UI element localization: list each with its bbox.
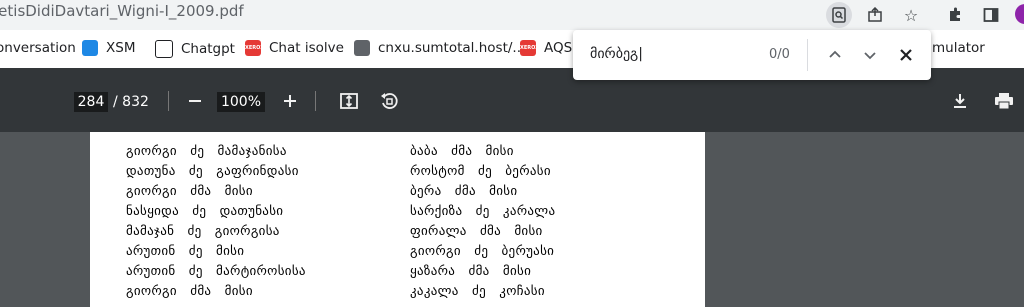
tab-title[interactable]: ietisDidiDavtari_Wigni-I_2009.pdf xyxy=(0,2,244,20)
find-in-page-icon[interactable] xyxy=(826,2,852,28)
doc-line: კაკალა ძე კოჩასი xyxy=(410,284,545,299)
doc-line: ნასყიდა ძე დათუნასი xyxy=(126,204,284,219)
doc-line: გიორგი ძმა მისი xyxy=(126,184,253,199)
doc-line: გიორგი ძე ბერუასი xyxy=(410,244,555,259)
doc-line: მამაჯან ძე გიორგისა xyxy=(126,224,280,239)
bookmark-chatgpt[interactable]: Chatgpt xyxy=(155,40,235,58)
toolbar-divider xyxy=(315,91,316,111)
find-bar: მირბეგ| 0/0 xyxy=(573,30,931,80)
pdf-page: გიორგი ძე მამაჯანისა დათუნა ძე გაფრინდას… xyxy=(90,132,705,307)
side-panel-icon[interactable] xyxy=(978,2,1004,28)
download-icon[interactable] xyxy=(945,86,975,116)
page-number-input[interactable]: 284 xyxy=(74,92,108,112)
bookmark-label: AQS xyxy=(544,40,573,56)
doc-line: გიორგი ძმა მისი xyxy=(126,284,253,299)
zoom-out-icon[interactable] xyxy=(180,86,210,116)
find-divider xyxy=(807,39,808,71)
share-icon[interactable] xyxy=(862,2,888,28)
xerox-icon: XEROX xyxy=(245,40,264,56)
extensions-icon[interactable] xyxy=(942,2,968,28)
doc-line: სარქიზა ძე კარალა xyxy=(410,204,556,219)
bookmark-chat-isolve[interactable]: XEROX Chat isolve xyxy=(245,40,344,56)
doc-line: არუთინ ძე მარტიროსისა xyxy=(126,264,306,279)
openai-icon xyxy=(155,40,173,58)
bookmark-sumtotal[interactable]: cnxu.sumtotal.host/... xyxy=(354,40,525,56)
doc-line: გიორგი ძე მამაჯანისა xyxy=(126,144,287,159)
doc-line: ბაბა ძმა მისი xyxy=(410,144,514,159)
bookmark-star-icon[interactable]: ☆ xyxy=(898,2,924,28)
address-bar: ietisDidiDavtari_Wigni-I_2009.pdf ☆ xyxy=(0,0,1024,30)
doc-line: არუთინ ძე მისი xyxy=(126,244,245,259)
fit-page-icon[interactable] xyxy=(334,86,364,116)
chevron-up-icon[interactable] xyxy=(823,43,847,67)
close-icon[interactable] xyxy=(894,43,918,67)
doc-line: ყაზარა ძმა მისი xyxy=(410,264,532,279)
globe-icon xyxy=(354,40,370,56)
bookmark-xsm[interactable]: XSM xyxy=(82,40,135,56)
find-result-count: 0/0 xyxy=(769,47,790,62)
bookmark-emulator[interactable]: mulator xyxy=(932,40,985,56)
doc-line: ბერა ძმა მისი xyxy=(410,184,518,199)
print-icon[interactable] xyxy=(989,86,1019,116)
doc-line: დათუნა ძე გაფრინდასი xyxy=(126,164,299,179)
toolbar-divider xyxy=(168,91,169,111)
bookmark-label: Chatgpt xyxy=(181,41,235,57)
bookmark-label: onversation xyxy=(0,40,76,56)
bookmark-label: XSM xyxy=(106,40,136,56)
zoom-level-input[interactable]: 100% xyxy=(217,92,265,112)
doc-line: ფირალა ძმა მისი xyxy=(410,224,543,239)
page-total: / 832 xyxy=(113,94,149,110)
xsm-icon xyxy=(82,40,98,56)
zoom-in-icon[interactable] xyxy=(275,86,305,116)
profile-avatar[interactable] xyxy=(1015,4,1024,24)
chevron-down-icon[interactable] xyxy=(858,43,882,67)
bookmark-aqs[interactable]: XEROX AQS xyxy=(520,40,572,56)
doc-line: როსტომ ძე ბერასი xyxy=(410,164,551,179)
xerox-icon: XEROX xyxy=(520,40,539,56)
bookmark-label: Chat isolve xyxy=(269,40,344,56)
bookmark-conversation[interactable]: onversation xyxy=(0,40,76,56)
bookmark-label: mulator xyxy=(932,40,985,56)
rotate-icon[interactable] xyxy=(374,86,404,116)
bookmark-label: cnxu.sumtotal.host/... xyxy=(378,40,526,56)
find-input[interactable]: მირბეგ| xyxy=(590,46,643,62)
